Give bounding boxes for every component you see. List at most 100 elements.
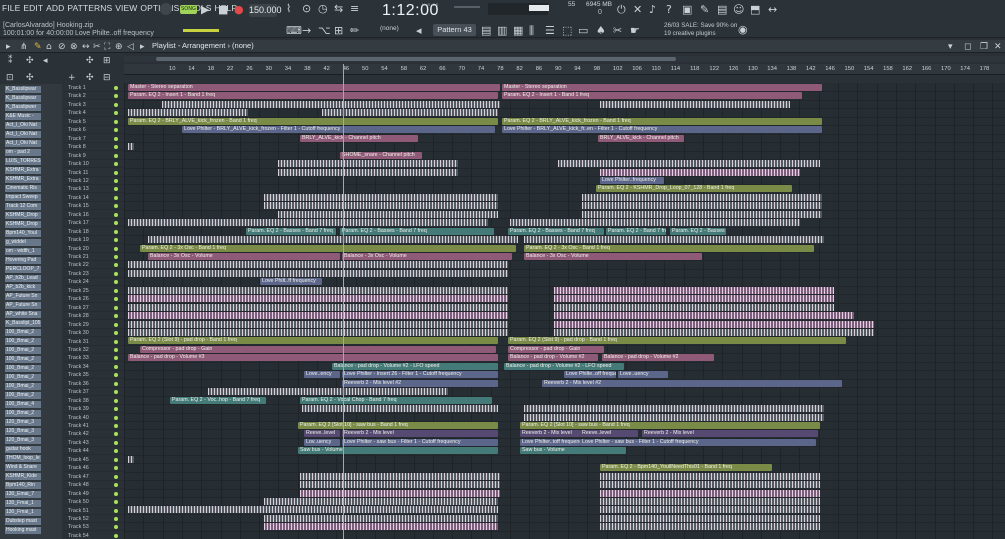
picker-item[interactable]: AP_Future Sn — [5, 302, 41, 309]
track-header[interactable]: Track 12 — [63, 177, 124, 185]
stop-icon[interactable]: ■ — [218, 4, 228, 16]
track-mute-icon[interactable] — [114, 263, 118, 268]
track-header[interactable]: Track 10 — [63, 160, 124, 169]
piano-roll-icon[interactable]: ▦ — [513, 25, 523, 37]
track-header[interactable]: Track 44 — [63, 447, 124, 456]
pattern-clip[interactable] — [128, 506, 498, 513]
track-header[interactable]: Track 33 — [63, 354, 124, 363]
scrollbar-thumb[interactable] — [156, 57, 676, 61]
horizontal-scrollbar[interactable] — [124, 56, 1005, 62]
track-header[interactable]: Track 34 — [63, 363, 124, 371]
track-mute-icon[interactable] — [114, 170, 118, 175]
pattern-clip[interactable] — [128, 329, 508, 336]
pattern-clip[interactable] — [264, 202, 498, 209]
automation-clip[interactable]: Master - Stereo separation — [128, 84, 500, 91]
automation-clip[interactable]: Balance - pad drop - Volume #2 — [508, 354, 598, 361]
track-mute-icon[interactable] — [114, 500, 118, 505]
pattern-clip[interactable] — [300, 473, 500, 480]
track-options-icon[interactable]: ⊟ — [103, 72, 111, 84]
track-header[interactable]: Track 51 — [63, 507, 124, 515]
automation-clip[interactable]: Param. EQ 2 - 3x Osc - Band 1 freq — [524, 245, 814, 252]
picker-item[interactable]: KSHMR_Drop — [5, 212, 41, 219]
channel-rack-icon[interactable]: ▥ — [497, 25, 507, 37]
track-mute-icon[interactable] — [114, 128, 118, 133]
track-header[interactable]: Track 23 — [63, 270, 124, 278]
automation-clip[interactable]: Saw bus - Volume — [298, 447, 498, 454]
picker-item[interactable]: Act_I_Oki Nat — [5, 140, 41, 147]
plugin-db-icon[interactable]: ♠ — [596, 25, 606, 37]
pattern-clip[interactable] — [128, 295, 508, 302]
track-mute-icon[interactable] — [114, 474, 118, 479]
automation-clip[interactable]: Param. EQ 2 - KSHMR_Drop_Loop_07_128 - B… — [596, 185, 792, 192]
pattern-clip[interactable] — [128, 287, 508, 294]
picker-item[interactable]: K_Basslipwar — [5, 95, 41, 102]
news-link-icon[interactable]: ◉ — [738, 24, 748, 36]
picker-item[interactable]: AP_white Sna — [5, 311, 41, 318]
pattern-selector[interactable]: Pattern 43 — [433, 24, 476, 36]
menu-add[interactable]: ADD — [46, 3, 64, 13]
picker-item[interactable]: 100_Bmai_2 — [5, 410, 41, 417]
pattern-clip[interactable] — [162, 101, 500, 108]
picker-item[interactable]: om - width_1 — [5, 248, 41, 255]
picker-item[interactable]: K&E Music - — [5, 113, 41, 120]
picker-item[interactable]: PERCLOOP_7 — [5, 266, 41, 273]
pattern-clip[interactable] — [128, 304, 508, 311]
track-header[interactable]: Track 39 — [63, 405, 124, 414]
picker-view-icon[interactable]: ⊡ — [6, 72, 14, 84]
track-mute-icon[interactable] — [114, 195, 118, 200]
automation-clip[interactable]: Param. EQ 2 - BRLY_ALVE_kick_frozen - Ba… — [502, 118, 822, 125]
automation-clip[interactable]: Love..uency — [618, 371, 668, 378]
picker-item[interactable]: Act_I_Oki Nat — [5, 122, 41, 129]
playlist-grid[interactable]: Master - Stereo separation Master - Stere… — [124, 83, 1005, 539]
picker-item[interactable]: 100_Bmai_2 — [5, 392, 41, 399]
track-header[interactable]: Track 37 — [63, 388, 124, 397]
pattern-clip[interactable] — [264, 523, 498, 530]
picker-item[interactable]: guitar hook — [5, 446, 41, 453]
pattern-clip[interactable] — [554, 312, 854, 319]
pattern-clip[interactable] — [278, 211, 498, 218]
track-mute-icon[interactable] — [114, 440, 118, 445]
track-mute-icon[interactable] — [114, 449, 118, 454]
track-header[interactable]: Track 17 — [63, 219, 124, 228]
track-header[interactable]: Track 5 — [63, 118, 124, 126]
pattern-clip[interactable] — [148, 236, 518, 243]
automation-clip[interactable]: Reeverb 2 - Mix level #2 — [542, 380, 842, 387]
paint-tool-icon[interactable]: ⌂ — [46, 41, 52, 53]
mixer-icon[interactable]: ⫼ — [529, 25, 534, 37]
track-header[interactable]: Track 28 — [63, 312, 124, 321]
track-mute-icon[interactable] — [114, 297, 118, 302]
slip-tool-icon[interactable]: ↔ — [82, 41, 90, 53]
plugin-icon[interactable]: ⬚ — [562, 25, 572, 37]
pattern-clip[interactable] — [524, 405, 824, 412]
select-tool-icon[interactable]: ⛶ — [104, 41, 110, 53]
picker-item[interactable]: K_Basslipwer — [5, 104, 41, 111]
pattern-clip[interactable] — [582, 211, 822, 218]
pattern-clip[interactable] — [322, 109, 498, 116]
help-icon[interactable]: ? — [666, 4, 672, 16]
track-header[interactable]: Track 1 — [63, 84, 124, 92]
track-mute-icon[interactable] — [114, 305, 118, 310]
automation-clip[interactable]: Param. EQ 2 - Basses - Band 7 freq — [508, 228, 604, 235]
pattern-clip[interactable] — [524, 236, 824, 243]
track-mute-icon[interactable] — [114, 145, 118, 150]
picker-item[interactable]: Wind & Snare — [5, 464, 41, 471]
track-mute-icon[interactable] — [114, 119, 118, 124]
mute-tool-icon[interactable]: ⊗ — [70, 41, 78, 53]
pattern-clip[interactable] — [600, 506, 820, 513]
track-header[interactable]: Track 40 — [63, 414, 124, 422]
time-display[interactable]: 1:12:00 M:S:CS — [382, 2, 439, 20]
wait-icon[interactable]: ⊙ — [302, 3, 311, 15]
automation-clip[interactable]: Param. EQ 2 (Slot 9) - pad drop - Band 1… — [128, 337, 498, 344]
track-header[interactable]: Track 25 — [63, 287, 124, 295]
track-mute-icon[interactable] — [114, 398, 118, 403]
track-header[interactable]: Track 14 — [63, 194, 124, 202]
pattern-clip[interactable] — [600, 515, 820, 522]
picker-item[interactable]: 100_Bmai_2 — [5, 374, 41, 381]
track-mute-icon[interactable] — [114, 153, 118, 158]
track-header[interactable]: Track 36 — [63, 380, 124, 388]
automation-clip[interactable]: Reeverb 2 - Mix level — [642, 430, 818, 437]
track-header[interactable]: Track 43 — [63, 439, 124, 447]
track-mute-icon[interactable] — [114, 356, 118, 361]
picker-item[interactable]: 100_Bmai_2 — [5, 365, 41, 372]
picker-item[interactable]: 120_Bmai_3 — [5, 428, 41, 435]
